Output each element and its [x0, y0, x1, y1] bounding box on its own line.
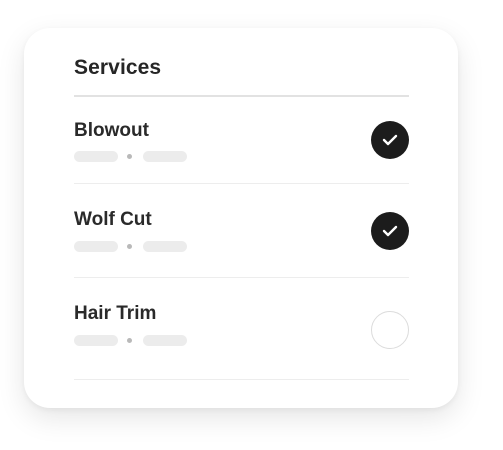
meta-placeholder-bar — [143, 241, 187, 252]
selected-check-icon[interactable] — [371, 121, 409, 159]
row-divider — [74, 379, 409, 380]
service-row-blowout[interactable]: Blowout — [74, 120, 409, 184]
service-name: Hair Trim — [74, 303, 157, 324]
service-name: Wolf Cut — [74, 209, 152, 230]
services-card: Services Blowout Wolf Cut Hair Trim — [24, 28, 458, 408]
meta-placeholder-bar — [74, 241, 118, 252]
unselected-circle-icon[interactable] — [371, 311, 409, 349]
service-row-wolf-cut[interactable]: Wolf Cut — [74, 209, 409, 279]
service-meta-placeholder — [74, 335, 188, 346]
service-meta-placeholder — [74, 241, 188, 252]
row-divider — [74, 183, 409, 184]
row-divider — [74, 277, 409, 278]
title-divider — [74, 95, 409, 97]
meta-placeholder-bar — [74, 335, 118, 346]
meta-separator-dot — [127, 338, 132, 343]
service-name: Blowout — [74, 120, 149, 141]
card-title: Services — [74, 56, 162, 79]
meta-separator-dot — [127, 154, 132, 159]
meta-separator-dot — [127, 244, 132, 249]
service-meta-placeholder — [74, 151, 188, 162]
service-row-hair-trim[interactable]: Hair Trim — [74, 303, 409, 381]
meta-placeholder-bar — [74, 151, 118, 162]
meta-placeholder-bar — [143, 151, 187, 162]
page-background: Services Blowout Wolf Cut Hair Trim — [0, 0, 503, 450]
selected-check-icon[interactable] — [371, 212, 409, 250]
meta-placeholder-bar — [143, 335, 187, 346]
